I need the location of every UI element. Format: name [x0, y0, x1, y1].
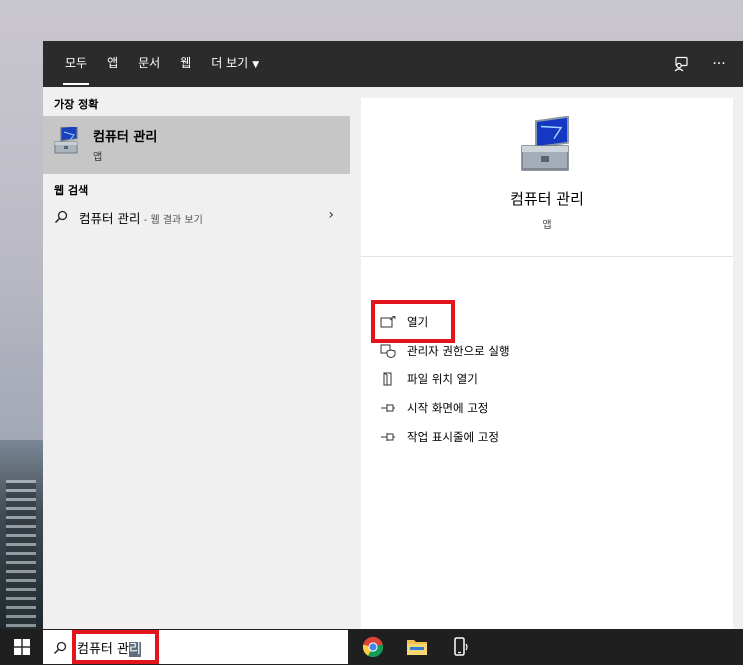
action-label: 관리자 권한으로 실행: [407, 344, 510, 358]
web-search-result[interactable]: 컴퓨터 관리 - 웹 결과 보기 ›: [43, 204, 350, 230]
top-actions: ···: [671, 41, 729, 87]
tab-web[interactable]: 웹: [170, 41, 201, 87]
preview-pane: 컴퓨터 관리 앱 열기 관리자 권한으로 실행 파일 위치 열기 시작 화면에: [361, 98, 733, 629]
feedback-icon[interactable]: [671, 54, 691, 74]
results-list: 가장 정확 컴퓨터 관리 앱 웹 검색 컴퓨터 관리 - 웹 결과 보기 ›: [43, 87, 350, 629]
tab-apps[interactable]: 앱: [97, 41, 128, 87]
pin-taskbar-icon: [379, 430, 397, 444]
tab-label: 앱: [107, 56, 119, 70]
best-match-subtitle: 앱: [93, 152, 103, 163]
divider: [361, 256, 733, 257]
tab-label: 더 보기: [211, 56, 249, 70]
taskbar: 컴퓨터 관리: [0, 629, 743, 665]
action-label: 파일 위치 열기: [407, 372, 478, 386]
search-icon: [54, 209, 68, 224]
tab-more[interactable]: 더 보기 ▼: [201, 41, 269, 87]
highlight-box-search: [72, 630, 159, 664]
chrome-icon[interactable]: [353, 629, 393, 665]
more-label: ···: [712, 56, 726, 72]
tab-all[interactable]: 모두: [55, 41, 97, 87]
tab-label: 웹: [180, 56, 192, 70]
tab-documents[interactable]: 문서: [128, 41, 170, 87]
open-file-location-action[interactable]: 파일 위치 열기: [379, 368, 478, 390]
computer-management-large-icon: [516, 115, 578, 176]
web-result-text: 컴퓨터 관리 - 웹 결과 보기: [79, 208, 203, 227]
phone-icon[interactable]: [441, 629, 481, 665]
file-location-icon: [379, 372, 397, 386]
run-as-admin-action[interactable]: 관리자 권한으로 실행: [379, 340, 510, 362]
web-search-heading: 웹 검색: [54, 184, 89, 197]
best-match-title: 컴퓨터 관리: [93, 130, 158, 145]
search-icon: [53, 640, 67, 655]
tab-label: 모두: [65, 56, 88, 70]
windows-start-icon[interactable]: [0, 629, 43, 665]
search-panel: 모두 앱 문서 웹 더 보기 ▼ ··· 가장 정확 컴퓨터 관리 앱 웹 검색…: [43, 41, 743, 629]
pin-to-taskbar-action[interactable]: 작업 표시줄에 고정: [379, 426, 499, 448]
caret-down-icon: ▼: [252, 60, 260, 70]
shield-icon: [379, 344, 397, 358]
tab-label: 문서: [138, 56, 161, 70]
web-query: 컴퓨터 관리: [79, 211, 141, 226]
highlight-box-open: [371, 300, 455, 343]
wallpaper-trees: [0, 440, 44, 630]
taskbar-search-input[interactable]: 컴퓨터 관리: [43, 630, 348, 664]
best-match-heading: 가장 정확: [54, 98, 99, 111]
computer-management-icon: [52, 124, 82, 157]
web-suffix: - 웹 결과 보기: [140, 215, 203, 226]
filter-bar: 모두 앱 문서 웹 더 보기 ▼ ···: [43, 41, 743, 87]
pin-icon: [379, 401, 397, 415]
more-icon[interactable]: ···: [709, 54, 729, 74]
action-label: 작업 표시줄에 고정: [407, 430, 499, 444]
chevron-right-icon: ›: [328, 207, 334, 223]
filter-tabs: 모두 앱 문서 웹 더 보기 ▼: [55, 41, 269, 87]
action-label: 시작 화면에 고정: [407, 401, 489, 415]
preview-subtitle: 앱: [542, 220, 552, 231]
pin-to-start-action[interactable]: 시작 화면에 고정: [379, 397, 488, 419]
best-match-result[interactable]: 컴퓨터 관리 앱: [43, 116, 350, 174]
file-explorer-icon[interactable]: [397, 629, 437, 665]
preview-title: 컴퓨터 관리: [510, 190, 584, 208]
